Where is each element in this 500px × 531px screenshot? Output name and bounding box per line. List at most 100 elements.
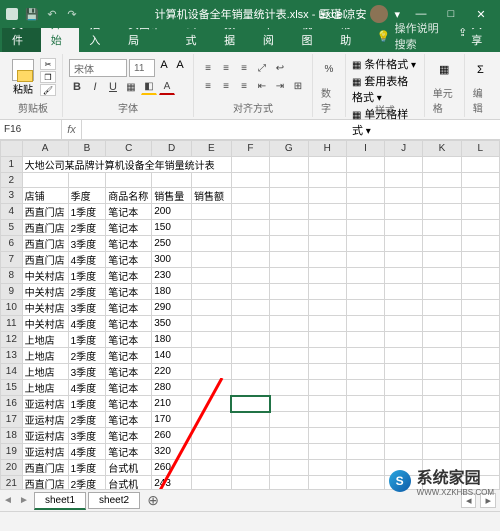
cell[interactable] (231, 220, 269, 236)
cell[interactable] (385, 428, 423, 444)
cell[interactable] (270, 460, 308, 476)
cut-icon[interactable]: ✂ (40, 58, 56, 70)
cell[interactable]: 笔记本 (106, 284, 152, 300)
row-header[interactable]: 20 (1, 460, 23, 476)
row-header[interactable]: 11 (1, 316, 23, 332)
cell[interactable]: 1季度 (68, 204, 106, 220)
cell[interactable] (461, 396, 499, 412)
cell[interactable]: 季度 (68, 188, 106, 204)
cell[interactable]: 笔记本 (106, 300, 152, 316)
orientation-icon[interactable]: ⤢ (254, 60, 270, 76)
cell[interactable] (308, 412, 346, 428)
cell[interactable] (346, 396, 384, 412)
cell[interactable] (423, 173, 461, 188)
cell[interactable]: 3季度 (68, 300, 106, 316)
cell[interactable] (231, 236, 269, 252)
cell[interactable]: 260 (152, 460, 192, 476)
cell[interactable] (231, 348, 269, 364)
cell[interactable] (308, 300, 346, 316)
cell[interactable] (346, 428, 384, 444)
cell[interactable]: 笔记本 (106, 412, 152, 428)
cell[interactable] (423, 364, 461, 380)
cell[interactable] (385, 173, 423, 188)
cell[interactable] (191, 396, 231, 412)
column-header-H[interactable]: H (308, 141, 346, 157)
cell[interactable]: 210 (152, 396, 192, 412)
cell[interactable] (461, 412, 499, 428)
cell[interactable] (423, 348, 461, 364)
cell[interactable] (346, 348, 384, 364)
cell[interactable] (191, 268, 231, 284)
border-button[interactable]: ▦ (123, 79, 139, 95)
cell[interactable] (423, 444, 461, 460)
cell[interactable]: 上地店 (22, 332, 68, 348)
cell[interactable] (423, 284, 461, 300)
cell[interactable]: 200 (152, 204, 192, 220)
cell[interactable] (346, 204, 384, 220)
cell[interactable] (461, 348, 499, 364)
cell[interactable]: 笔记本 (106, 348, 152, 364)
cell[interactable] (191, 300, 231, 316)
cell[interactable]: 290 (152, 300, 192, 316)
cell[interactable]: 2季度 (68, 348, 106, 364)
cell[interactable] (461, 173, 499, 188)
cell[interactable] (270, 428, 308, 444)
cell[interactable] (461, 157, 499, 173)
cell[interactable] (191, 252, 231, 268)
cell[interactable]: 亚运村店 (22, 412, 68, 428)
cell[interactable]: 180 (152, 332, 192, 348)
cell[interactable]: 180 (152, 284, 192, 300)
cell[interactable] (270, 396, 308, 412)
sheet-nav-prev-icon[interactable]: ◄ (0, 495, 16, 506)
fx-icon[interactable]: fx (62, 120, 82, 139)
cell[interactable]: 笔记本 (106, 428, 152, 444)
cell[interactable] (423, 252, 461, 268)
row-header[interactable]: 19 (1, 444, 23, 460)
cell[interactable]: 商品名称 (106, 188, 152, 204)
cell[interactable] (231, 188, 269, 204)
cell[interactable] (346, 364, 384, 380)
cell[interactable]: 笔记本 (106, 364, 152, 380)
cell[interactable] (423, 396, 461, 412)
cell[interactable] (231, 332, 269, 348)
insert-cells-icon[interactable]: ▦ (439, 63, 449, 76)
cell[interactable] (423, 300, 461, 316)
align-bottom-icon[interactable]: ≡ (236, 60, 252, 76)
cell[interactable] (346, 236, 384, 252)
cell[interactable] (423, 316, 461, 332)
cell[interactable]: 230 (152, 268, 192, 284)
cell[interactable]: 亚运村店 (22, 444, 68, 460)
cell[interactable]: 260 (152, 428, 192, 444)
cell[interactable] (270, 220, 308, 236)
cell[interactable]: 店铺 (22, 188, 68, 204)
sheet-nav-next-icon[interactable]: ► (16, 495, 32, 506)
cell[interactable] (385, 348, 423, 364)
sheet-tab-sheet2[interactable]: sheet2 (88, 492, 140, 509)
cell[interactable] (461, 220, 499, 236)
paste-button[interactable]: 粘贴 (10, 57, 36, 98)
cell[interactable]: 西直门店 (22, 252, 68, 268)
column-header-A[interactable]: A (22, 141, 68, 157)
cell[interactable] (385, 300, 423, 316)
cell[interactable] (461, 444, 499, 460)
cell[interactable] (270, 284, 308, 300)
cell[interactable] (191, 220, 231, 236)
cell[interactable] (270, 157, 308, 173)
shrink-font-icon[interactable]: A (173, 59, 187, 77)
scroll-right-box[interactable]: ▸ (480, 493, 496, 508)
column-header-K[interactable]: K (423, 141, 461, 157)
column-header-L[interactable]: L (461, 141, 499, 157)
cell[interactable] (231, 412, 269, 428)
cell[interactable] (270, 236, 308, 252)
cell[interactable] (191, 444, 231, 460)
font-color-button[interactable]: A (159, 79, 175, 95)
cell[interactable] (385, 444, 423, 460)
cell[interactable] (461, 332, 499, 348)
select-all-corner[interactable] (1, 141, 23, 157)
cell[interactable] (308, 364, 346, 380)
cell[interactable] (385, 380, 423, 396)
grow-font-icon[interactable]: A (157, 59, 171, 77)
row-header[interactable]: 8 (1, 268, 23, 284)
cell[interactable]: 3季度 (68, 364, 106, 380)
row-header[interactable]: 17 (1, 412, 23, 428)
